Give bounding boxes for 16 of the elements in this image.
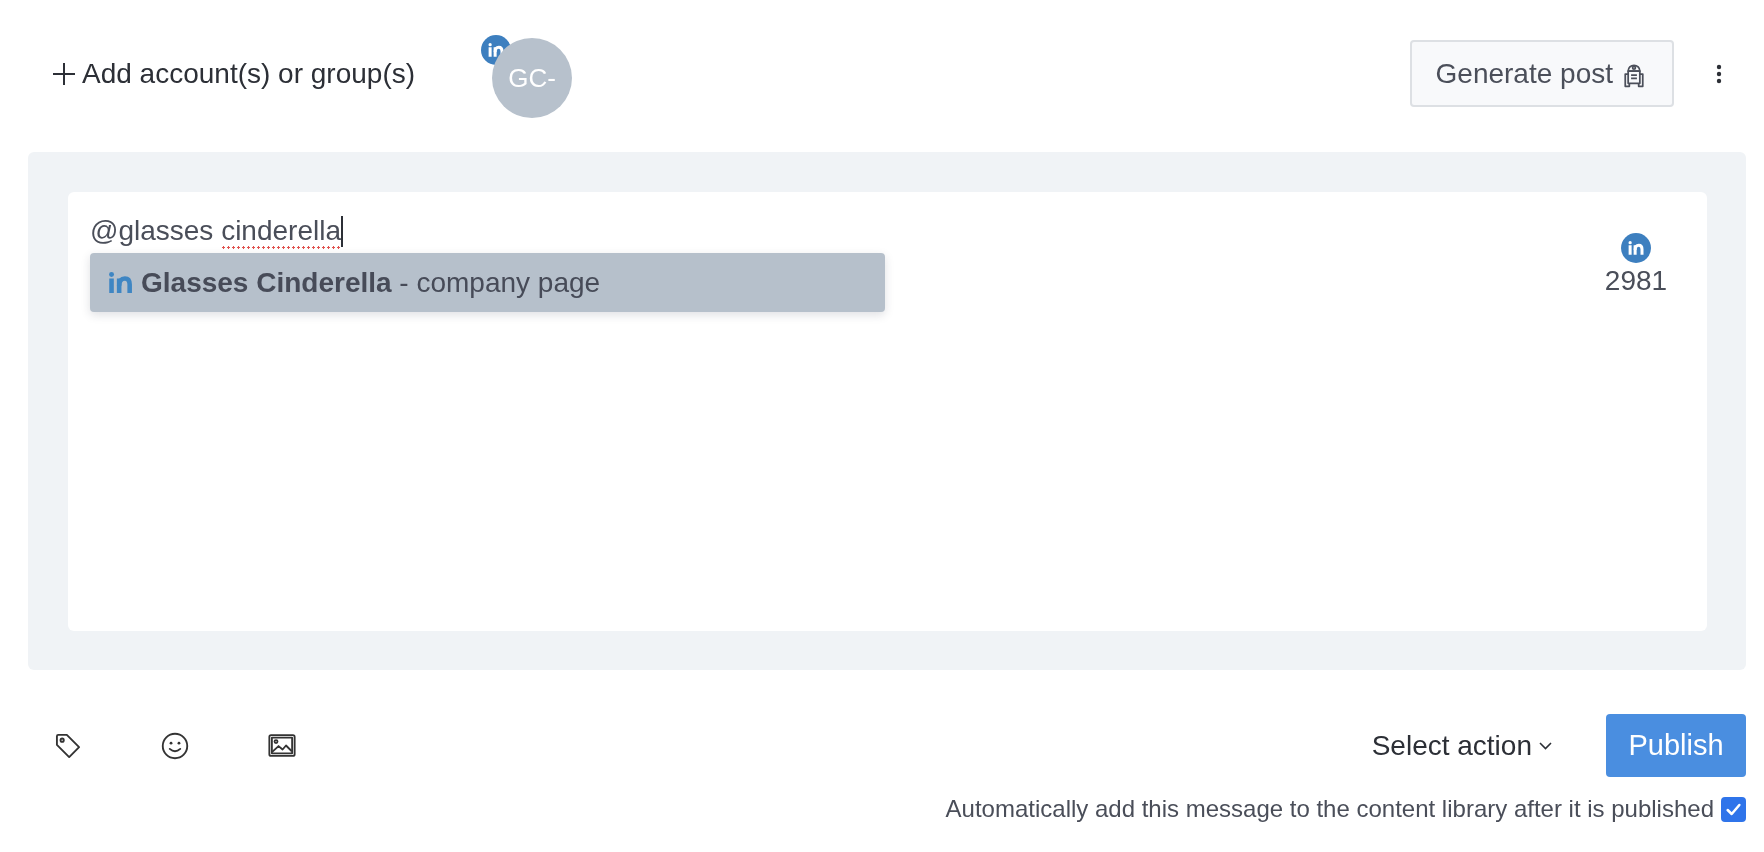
more-options-icon[interactable] [1716, 63, 1722, 84]
mention-suggestion[interactable]: Glasses Cinderella - company page [90, 253, 885, 312]
emoji-icon[interactable] [161, 731, 189, 760]
linkedin-icon [1621, 233, 1651, 263]
chevron-down-icon [1539, 741, 1552, 750]
auto-add-checkbox[interactable] [1721, 796, 1746, 822]
generate-post-button[interactable]: Generate post [1409, 40, 1674, 107]
linkedin-icon [109, 272, 132, 293]
image-icon[interactable] [268, 734, 296, 757]
plus-icon [53, 62, 75, 85]
character-count: 2981 [1604, 264, 1668, 298]
add-account-button[interactable]: Add account(s) or group(s) [53, 57, 416, 90]
post-text-field[interactable]: @glasses cinderella [90, 214, 1591, 248]
select-action-dropdown[interactable]: Select action [1371, 729, 1552, 762]
tag-icon[interactable] [54, 731, 82, 760]
auto-add-label: Automatically add this message to the content library after it is published [945, 795, 1714, 823]
